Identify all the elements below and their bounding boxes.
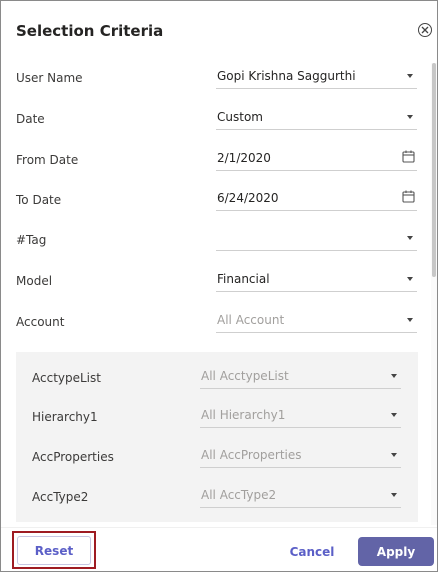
cancel-button[interactable]: Cancel [282,540,342,564]
from-date-label: From Date [16,153,79,167]
calendar-icon[interactable] [402,190,415,203]
chevron-down-icon [391,493,397,497]
chevron-down-icon [391,453,397,457]
tag-dropdown[interactable] [216,225,417,251]
acctype2-placeholder: All AccType2 [201,488,277,502]
accproperties-placeholder: All AccProperties [201,448,302,462]
model-value: Financial [217,272,270,286]
chevron-down-icon [407,74,413,78]
model-row: Model Financial [1,272,431,304]
user-name-label: User Name [16,71,83,85]
hierarchy1-placeholder: All Hierarchy1 [201,408,286,422]
chevron-down-icon [407,318,413,322]
account-row: Account All Account [1,313,431,345]
user-name-dropdown[interactable]: Gopi Krishna Saggurthi [216,63,417,89]
accproperties-dropdown[interactable]: All AccProperties [200,442,401,468]
selection-criteria-dialog: Selection Criteria User Name Gopi Krishn… [0,0,438,572]
tag-row: #Tag [1,233,431,263]
date-value: Custom [217,110,263,124]
scrollbar-thumb[interactable] [432,63,436,277]
acctype2-row: AccType2 All AccType2 [16,488,418,520]
chevron-down-icon [407,236,413,240]
to-date-label: To Date [16,193,62,207]
hierarchy1-row: Hierarchy1 All Hierarchy1 [16,408,418,440]
acctypelist-label: AcctypeList [32,371,101,385]
calendar-icon[interactable] [402,150,415,163]
accproperties-row: AccProperties All AccProperties [16,448,418,480]
hierarchy1-dropdown[interactable]: All Hierarchy1 [200,402,401,428]
user-name-row: User Name Gopi Krishna Saggurthi [1,69,431,101]
to-date-value: 6/24/2020 [217,191,279,205]
to-date-picker[interactable]: 6/24/2020 [216,185,417,211]
to-date-row: To Date 6/24/2020 [1,190,431,223]
acctypelist-dropdown[interactable]: All AcctypeList [200,363,401,389]
date-label: Date [16,112,45,126]
from-date-picker[interactable]: 2/1/2020 [216,145,417,171]
model-dropdown[interactable]: Financial [216,266,417,292]
date-row: Date Custom [1,110,431,142]
account-filters-panel: AcctypeList All AcctypeList Hierarchy1 A… [16,352,418,522]
date-dropdown[interactable]: Custom [216,104,417,130]
chevron-down-icon [407,115,413,119]
apply-button[interactable]: Apply [358,537,434,566]
acctype2-dropdown[interactable]: All AccType2 [200,482,401,508]
footer-divider [1,527,437,528]
acctypelist-placeholder: All AcctypeList [201,369,289,383]
model-label: Model [16,274,53,288]
close-x-glyph [421,26,429,34]
close-icon[interactable] [418,23,432,37]
account-label: Account [16,315,65,329]
user-name-value: Gopi Krishna Saggurthi [217,69,356,83]
chevron-down-icon [391,413,397,417]
acctype2-label: AccType2 [32,490,89,504]
account-placeholder: All Account [217,313,285,327]
tag-label: #Tag [16,233,47,247]
from-date-value: 2/1/2020 [217,151,271,165]
chevron-down-icon [391,374,397,378]
hierarchy1-label: Hierarchy1 [32,410,98,424]
acctypelist-row: AcctypeList All AcctypeList [16,369,418,401]
account-dropdown[interactable]: All Account [216,307,417,333]
dialog-title: Selection Criteria [16,22,164,40]
chevron-down-icon [407,277,413,281]
accproperties-label: AccProperties [32,450,114,464]
reset-button[interactable]: Reset [17,536,91,565]
from-date-row: From Date 2/1/2020 [1,150,431,183]
